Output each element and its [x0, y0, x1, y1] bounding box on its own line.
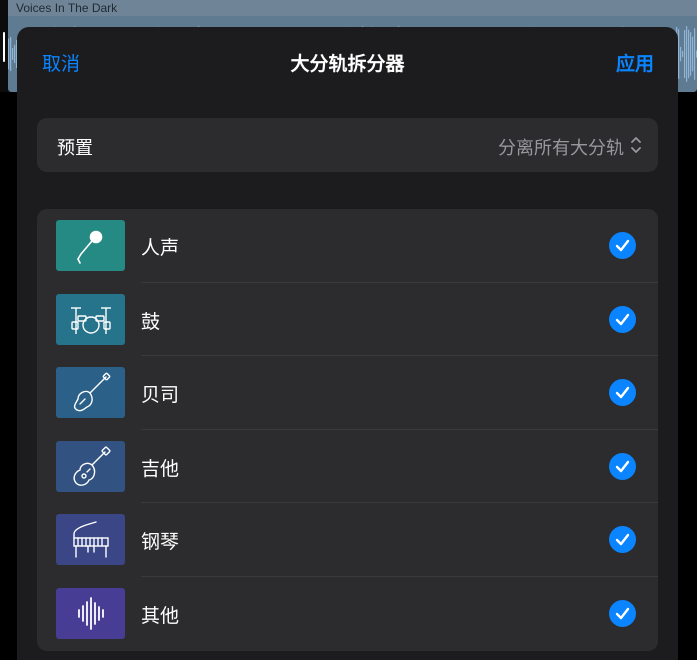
checkmark-icon	[615, 607, 630, 620]
preset-selector[interactable]: 预置 分离所有大分轨	[37, 118, 658, 172]
stem-list: 人声 鼓 贝司 吉他 钢琴 其他	[37, 209, 658, 651]
piano-icon	[73, 521, 109, 559]
stem-thumb	[56, 293, 125, 345]
stem-thumb	[56, 220, 125, 271]
stem-checkbox[interactable]	[609, 305, 636, 333]
track-edge	[0, 0, 8, 92]
stem-splitter-sheet: 取消 大分轨拆分器 应用 预置 分离所有大分轨 人声 鼓 贝司 吉他 钢琴 其他	[17, 27, 678, 660]
stem-name: 其他	[141, 604, 180, 627]
resize-handle[interactable]	[3, 32, 5, 62]
stem-row-vocals[interactable]: 人声	[37, 209, 658, 283]
microphone-icon	[77, 230, 103, 264]
sheet-header: 取消 大分轨拆分器 应用	[17, 27, 678, 95]
stem-checkbox[interactable]	[609, 452, 636, 480]
chevron-up-down-icon	[631, 137, 641, 153]
checkmark-icon	[615, 239, 630, 252]
stem-thumb	[56, 440, 125, 492]
stem-row-piano[interactable]: 钢琴	[37, 503, 658, 577]
stem-row-other[interactable]: 其他	[37, 577, 658, 651]
stem-row-guitar[interactable]: 吉他	[37, 430, 658, 504]
checkmark-icon	[615, 534, 630, 546]
stem-checkbox[interactable]	[609, 599, 636, 627]
region-title: Voices In The Dark	[16, 1, 118, 15]
bass-guitar-icon	[73, 372, 111, 412]
apply-button[interactable]: 应用	[616, 49, 654, 76]
waveform-icon	[78, 597, 104, 630]
stem-thumb	[56, 587, 125, 639]
stem-checkbox[interactable]	[609, 526, 636, 554]
stem-name: 吉他	[141, 457, 180, 480]
stem-checkbox[interactable]	[609, 379, 636, 407]
stem-thumb	[56, 514, 125, 566]
stem-name: 钢琴	[141, 531, 180, 554]
checkmark-icon	[615, 313, 630, 325]
stem-thumb	[56, 367, 125, 419]
drum-kit-icon	[71, 306, 111, 334]
stem-row-drums[interactable]: 鼓	[37, 283, 658, 357]
stem-name: 贝司	[141, 384, 180, 407]
sheet-title: 大分轨拆分器	[290, 53, 405, 75]
stem-name: 鼓	[141, 310, 161, 333]
stem-name: 人声	[141, 237, 180, 259]
checkmark-icon	[615, 460, 630, 472]
checkmark-icon	[615, 386, 630, 399]
stem-row-bass[interactable]: 贝司	[37, 356, 658, 430]
stem-checkbox[interactable]	[609, 232, 636, 259]
electric-guitar-icon	[73, 446, 111, 486]
preset-value: 分离所有大分轨	[498, 138, 624, 159]
preset-label: 预置	[57, 138, 93, 159]
